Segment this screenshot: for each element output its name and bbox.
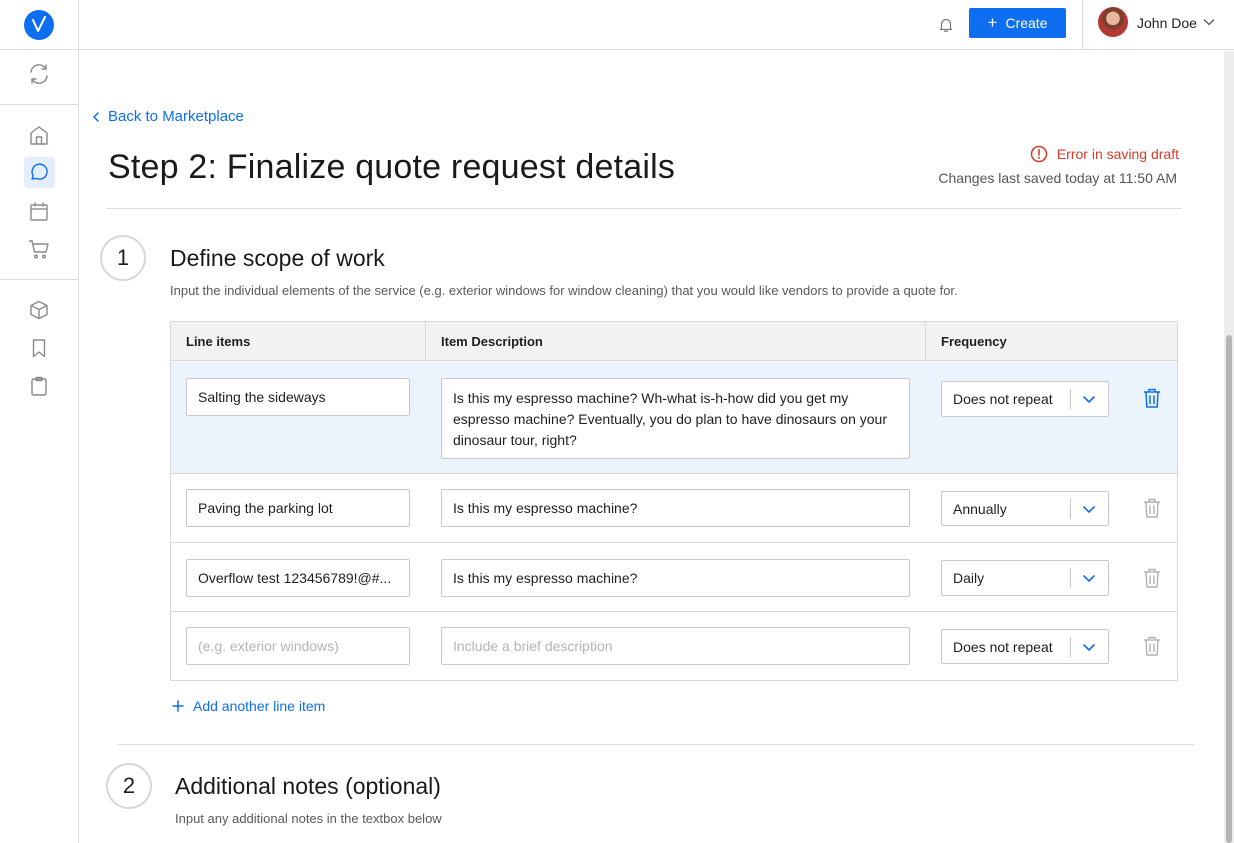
item-description-input[interactable]: Is this my espresso machine? [441,559,910,597]
error-message: Error in saving draft [1030,145,1179,163]
item-description-input[interactable]: Is this my espresso machine? [441,489,910,527]
step-number-2: 2 [106,763,152,809]
chevron-left-icon [92,111,99,122]
trash-icon[interactable] [1142,567,1162,589]
back-link-label: Back to Marketplace [108,108,244,125]
chevron-down-icon [1083,575,1095,583]
section-title-scope: Define scope of work [170,245,385,271]
frequency-value: Does not repeat [953,638,1053,655]
table-row: Paving the parking lot Is this my espres… [171,474,1177,543]
section-description-notes: Input any additional notes in the textbo… [175,811,442,826]
plus-icon [172,700,184,712]
frequency-select[interactable]: Annually [941,491,1109,526]
create-button[interactable]: + Create [969,8,1066,38]
step-number-1: 1 [100,235,146,281]
line-item-input[interactable]: Overflow test 123456789!@#... [186,559,410,597]
plus-icon: + [987,12,998,32]
home-icon[interactable] [24,119,55,150]
divider [1082,0,1083,50]
chat-icon[interactable] [23,157,55,188]
table-row: Salting the sideways Is this my espresso… [171,362,1177,474]
frequency-value: Annually [953,500,1007,517]
item-description-input[interactable]: Is this my espresso machine? Wh-what is-… [441,378,910,459]
item-description-input[interactable]: Include a brief description [441,627,910,665]
bookmark-icon[interactable] [24,332,55,363]
sidebar [0,0,79,843]
table-header: Line items Item Description Frequency [171,322,1177,361]
frequency-value: Daily [953,570,985,586]
back-to-marketplace-link[interactable]: Back to Marketplace [92,108,244,125]
column-header-line-items: Line items [186,334,251,349]
error-text: Error in saving draft [1056,146,1179,162]
frequency-value: Does not repeat [953,391,1053,407]
box-icon[interactable] [24,294,55,325]
user-name[interactable]: John Doe [1137,15,1197,31]
section-description-scope: Input the individual elements of the ser… [170,283,958,298]
divider [117,744,1194,745]
add-line-item-button[interactable]: Add another line item [172,698,325,714]
clipboard-icon[interactable] [24,370,55,401]
chevron-down-icon[interactable] [1202,15,1216,34]
trash-icon[interactable] [1142,497,1162,519]
table-row: Overflow test 123456789!@#... Is this my… [171,543,1177,612]
cart-icon[interactable] [24,233,55,264]
calendar-icon[interactable] [24,195,55,226]
add-line-item-label: Add another line item [193,698,326,714]
last-saved-text: Changes last saved today at 11:50 AM [938,170,1177,186]
error-icon [1030,145,1048,163]
frequency-select[interactable]: Does not repeat [941,629,1109,664]
divider [106,208,1182,209]
chevron-down-icon [1083,396,1095,404]
line-items-table: Line items Item Description Frequency Sa… [170,321,1178,681]
table-row: (e.g. exterior windows) Include a brief … [171,612,1177,680]
line-item-input[interactable]: Salting the sideways [186,378,410,416]
line-item-input[interactable]: (e.g. exterior windows) [186,627,410,665]
column-header-item-description: Item Description [441,334,543,349]
page-title: Step 2: Finalize quote request details [108,148,676,186]
create-button-label: Create [1005,15,1048,31]
top-bar: + Create John Doe [79,0,1234,50]
chevron-down-icon [1083,506,1095,514]
scrollbar-thumb[interactable] [1226,335,1232,843]
bell-icon[interactable] [936,15,956,35]
trash-icon[interactable] [1142,387,1162,409]
column-header-frequency: Frequency [941,334,1007,349]
avatar[interactable] [1098,7,1128,37]
checkmark-logo-icon[interactable] [24,9,54,40]
trash-icon[interactable] [1142,635,1162,657]
frequency-select[interactable]: Daily [941,560,1109,596]
line-item-input[interactable]: Paving the parking lot [186,489,410,527]
sync-icon[interactable] [24,58,55,89]
frequency-select[interactable]: Does not repeat [941,381,1109,417]
section-title-notes: Additional notes (optional) [175,773,441,799]
chevron-down-icon [1083,644,1095,652]
